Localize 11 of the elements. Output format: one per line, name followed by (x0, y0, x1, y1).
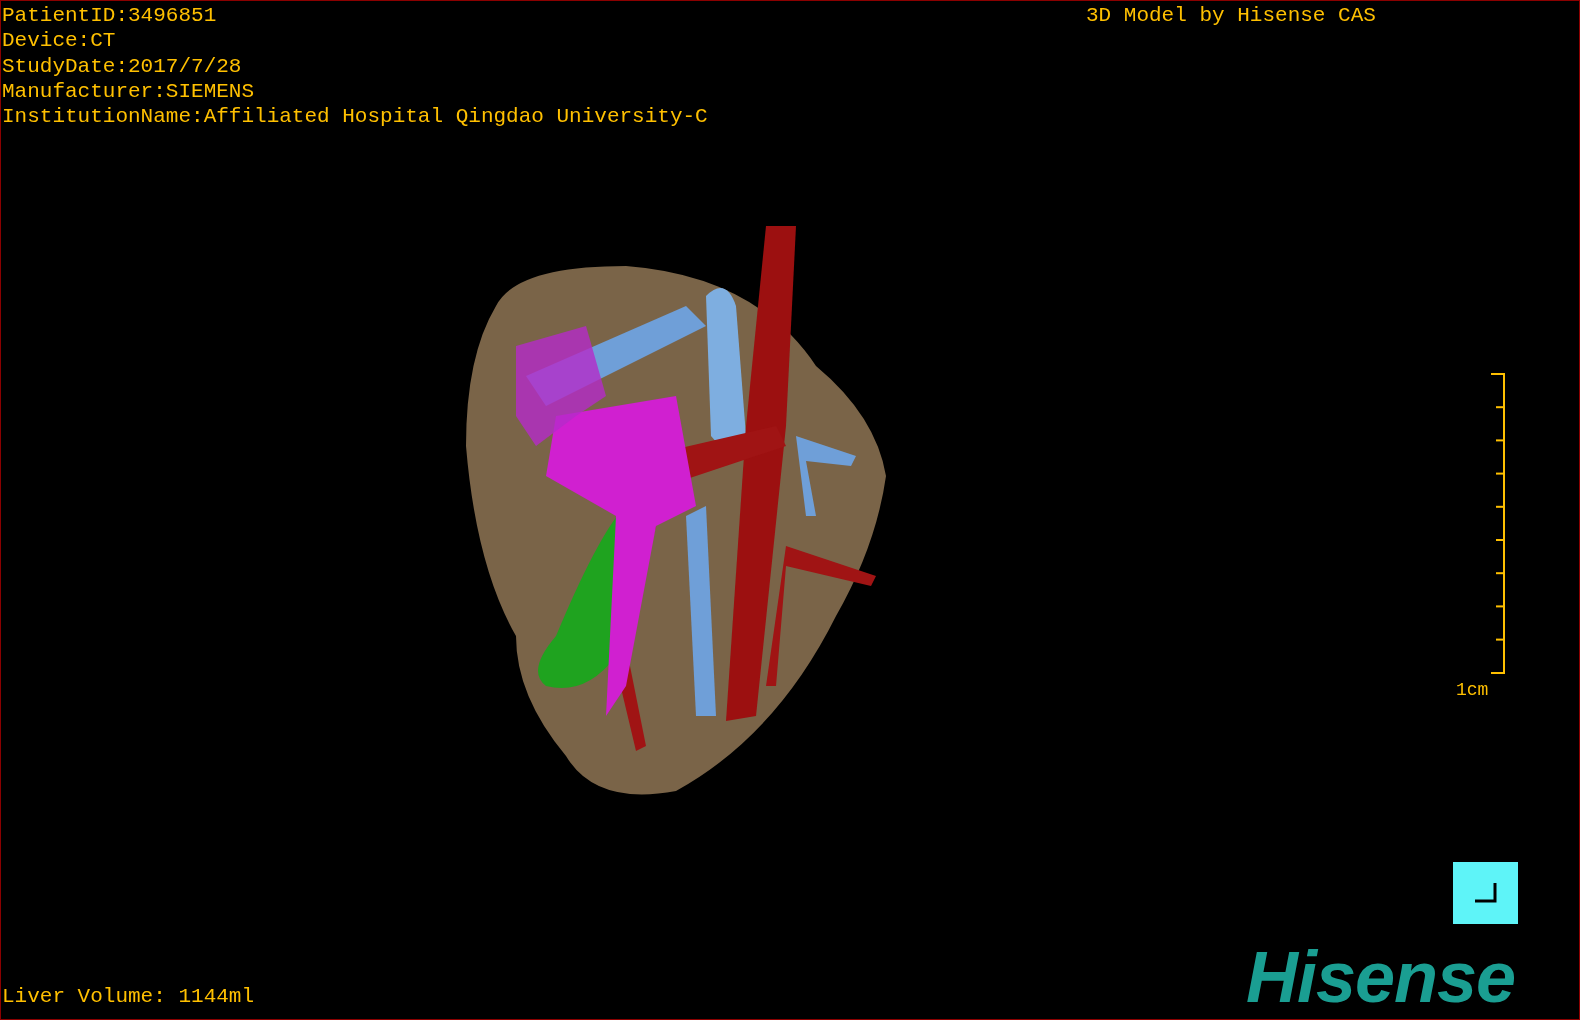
viewer-title: 3D Model by Hisense CAS (1086, 3, 1376, 28)
info-line: Device:CT (2, 28, 117, 54)
corner-button[interactable] (1453, 862, 1518, 924)
brand-logo: Hisense (1246, 941, 1516, 1013)
info-line: StudyDate:2017/7/28 (2, 53, 243, 79)
info-line: Manufacturer:SIEMENS (2, 78, 256, 105)
info-line: PatientID:3496851 (2, 3, 218, 29)
corner-icon (1474, 883, 1497, 903)
scale-label: 1cm (1456, 679, 1489, 702)
volume-label: Liver Volume: 1144ml (2, 985, 255, 1009)
info-line: InstitutionName:Affiliated Hospital Qingdao University-C (2, 104, 708, 130)
